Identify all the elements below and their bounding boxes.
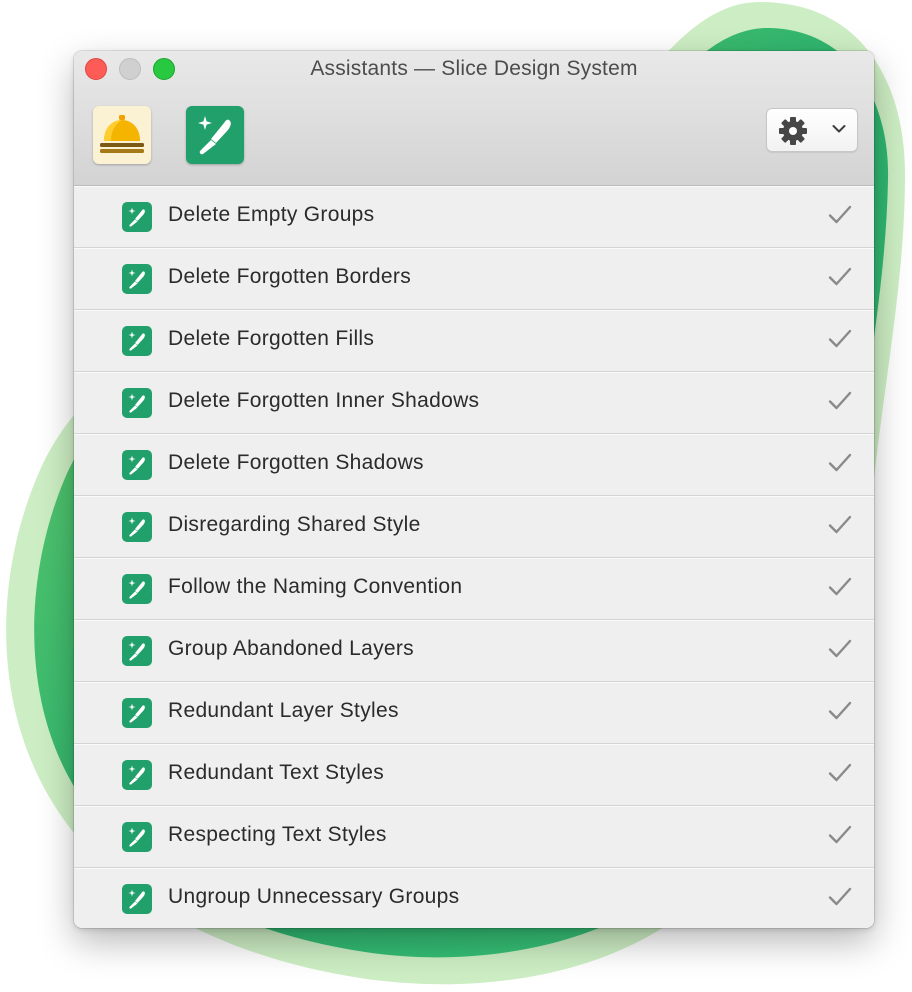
knife-sparkle-icon bbox=[128, 517, 145, 537]
desktop-stage: Assistants — Slice Design System Delete … bbox=[0, 0, 912, 992]
rule-label: Redundant Text Styles bbox=[168, 761, 385, 784]
sketch-assistant-button[interactable] bbox=[186, 106, 244, 164]
rule-row[interactable]: Redundant Layer Styles bbox=[74, 682, 874, 744]
rule-icon-badge bbox=[122, 326, 152, 356]
check-icon bbox=[828, 825, 852, 844]
check-icon bbox=[828, 391, 852, 410]
rule-label: Group Abandoned Layers bbox=[168, 637, 414, 660]
rule-icon-badge bbox=[122, 760, 152, 790]
check-icon bbox=[828, 639, 852, 658]
bell-assistant-button[interactable] bbox=[93, 106, 151, 164]
settings-menu-button[interactable] bbox=[766, 108, 858, 152]
knife-sparkle-icon bbox=[128, 331, 145, 351]
rule-icon-badge bbox=[122, 388, 152, 418]
rule-icon-badge bbox=[122, 884, 152, 914]
rule-icon-badge bbox=[122, 698, 152, 728]
bell-icon bbox=[100, 115, 144, 153]
rule-row[interactable]: Group Abandoned Layers bbox=[74, 620, 874, 682]
rule-row[interactable]: Delete Forgotten Borders bbox=[74, 248, 874, 310]
rule-label: Ungroup Unnecessary Groups bbox=[168, 885, 460, 908]
window-title: Assistants — Slice Design System bbox=[310, 57, 638, 80]
check-icon bbox=[828, 453, 852, 472]
gear-icon bbox=[779, 117, 807, 145]
knife-sparkle-icon bbox=[198, 116, 231, 155]
knife-sparkle-icon bbox=[128, 579, 145, 599]
rule-label: Delete Forgotten Fills bbox=[168, 327, 375, 350]
check-icon bbox=[828, 577, 852, 596]
check-icon bbox=[828, 701, 852, 720]
assistants-window: Assistants — Slice Design System Delete … bbox=[74, 51, 874, 928]
rule-row[interactable]: Delete Empty Groups bbox=[74, 186, 874, 248]
rule-icon-badge bbox=[122, 636, 152, 666]
knife-sparkle-icon bbox=[128, 269, 145, 289]
rule-row[interactable]: Delete Forgotten Shadows bbox=[74, 434, 874, 496]
knife-sparkle-icon bbox=[128, 703, 145, 723]
window-toolbar: Assistants — Slice Design System bbox=[74, 51, 874, 186]
rule-label: Delete Forgotten Shadows bbox=[168, 451, 424, 474]
rule-label: Delete Forgotten Inner Shadows bbox=[168, 389, 480, 412]
check-icon bbox=[828, 267, 852, 286]
rule-row[interactable]: Delete Forgotten Inner Shadows bbox=[74, 372, 874, 434]
rule-list: Delete Empty Groups Delete Forgotten Bor… bbox=[74, 186, 874, 928]
rule-label: Disregarding Shared Style bbox=[168, 513, 421, 536]
rule-icon-badge bbox=[122, 822, 152, 852]
rule-row[interactable]: Ungroup Unnecessary Groups bbox=[74, 868, 874, 928]
check-icon bbox=[828, 887, 852, 906]
check-icon bbox=[828, 515, 852, 534]
knife-sparkle-icon bbox=[128, 827, 145, 847]
rule-icon-badge bbox=[122, 512, 152, 542]
rule-icon-badge bbox=[122, 574, 152, 604]
rule-label: Redundant Layer Styles bbox=[168, 699, 399, 722]
check-icon bbox=[828, 763, 852, 782]
rule-row[interactable]: Delete Forgotten Fills bbox=[74, 310, 874, 372]
knife-sparkle-icon bbox=[128, 765, 145, 785]
knife-sparkle-icon bbox=[128, 455, 145, 475]
rule-row[interactable]: Follow the Naming Convention bbox=[74, 558, 874, 620]
knife-sparkle-icon bbox=[128, 207, 145, 227]
knife-sparkle-icon bbox=[128, 641, 145, 661]
rule-row[interactable]: Disregarding Shared Style bbox=[74, 496, 874, 558]
rule-row[interactable]: Redundant Text Styles bbox=[74, 744, 874, 806]
rule-label: Follow the Naming Convention bbox=[168, 575, 463, 598]
knife-sparkle-icon bbox=[128, 393, 145, 413]
rule-label: Respecting Text Styles bbox=[168, 823, 387, 846]
rule-icon-badge bbox=[122, 450, 152, 480]
check-icon bbox=[828, 205, 852, 224]
check-icon bbox=[828, 329, 852, 348]
knife-sparkle-icon bbox=[128, 889, 145, 909]
rule-label: Delete Empty Groups bbox=[168, 203, 375, 226]
rule-icon-badge bbox=[122, 202, 152, 232]
rule-icon-badge bbox=[122, 264, 152, 294]
chevron-down-icon bbox=[832, 125, 846, 133]
rule-label: Delete Forgotten Borders bbox=[168, 265, 411, 288]
rule-row[interactable]: Respecting Text Styles bbox=[74, 806, 874, 868]
